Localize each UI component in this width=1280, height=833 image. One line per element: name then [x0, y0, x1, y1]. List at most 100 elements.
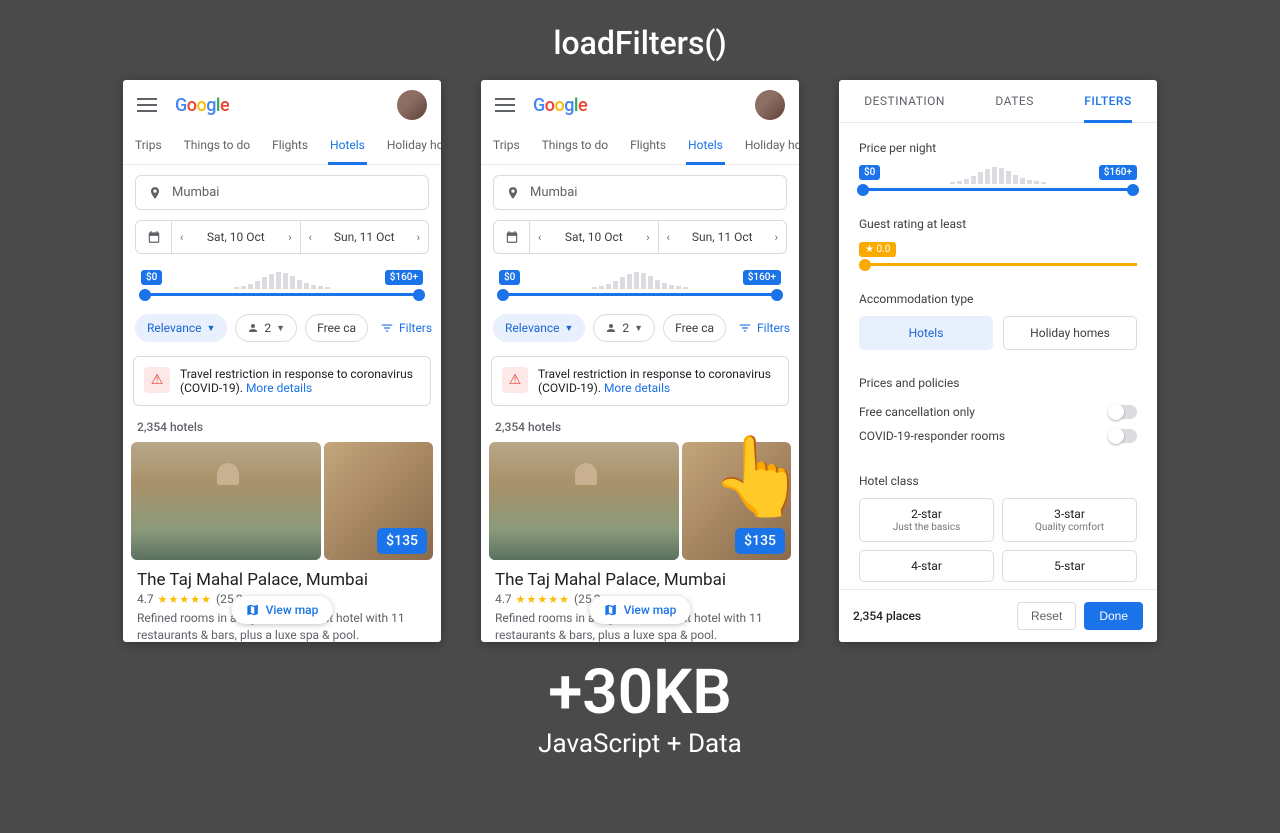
policy-covid-toggle[interactable] [1109, 429, 1137, 443]
tab-filters[interactable]: FILTERS [1084, 94, 1131, 123]
price-min-tag: $0 [141, 270, 162, 285]
slide-title: loadFilters() [0, 0, 1280, 80]
hotel-images[interactable]: $135 [123, 442, 441, 560]
filter-icon [738, 321, 752, 335]
tab-things to do[interactable]: Things to do [182, 130, 252, 164]
results-count: 2,354 hotels [123, 406, 441, 442]
banner-link[interactable]: More details [246, 381, 312, 395]
policy-freecancel-toggle[interactable] [1109, 405, 1137, 419]
person-icon [605, 322, 617, 334]
price-histogram [529, 271, 751, 289]
price-slider[interactable] [859, 188, 1137, 191]
price-min-tag: $0 [499, 270, 520, 285]
policy-covid-label: COVID-19-responder rooms [859, 429, 1005, 443]
avatar[interactable] [755, 90, 785, 120]
tab-flights[interactable]: Flights [628, 130, 668, 164]
filters-chip[interactable]: Filters [734, 314, 799, 342]
tab-hotels[interactable]: Hotels [686, 130, 725, 165]
banner-link[interactable]: More details [604, 381, 670, 395]
chevron-right-icon[interactable]: › [775, 231, 778, 244]
tab-holiday homes[interactable]: Holiday homes [385, 130, 441, 164]
sort-chip[interactable]: Relevance▼ [135, 314, 227, 342]
date-picker[interactable]: ‹Sat, 10 Oct› ‹Sun, 11 Oct› [135, 220, 429, 254]
map-icon [604, 603, 618, 617]
menu-icon[interactable] [495, 98, 515, 112]
chevron-right-icon[interactable]: › [646, 231, 649, 244]
tab-destination[interactable]: DESTINATION [864, 94, 945, 122]
price-badge: $135 [377, 528, 427, 554]
chevron-left-icon[interactable]: ‹ [180, 231, 183, 244]
class-3star-button[interactable]: 3-starQuality comfort [1002, 498, 1137, 542]
chevron-left-icon[interactable]: ‹ [667, 231, 670, 244]
hotel-images[interactable]: $135 [481, 442, 799, 560]
calendar-icon [136, 221, 172, 253]
checkin-date: Sat, 10 Oct [207, 230, 265, 244]
policies-label: Prices and policies [859, 376, 1137, 390]
price-histogram [889, 166, 1107, 184]
person-icon [247, 322, 259, 334]
chevron-left-icon[interactable]: ‹ [538, 231, 541, 244]
done-button[interactable]: Done [1084, 602, 1143, 630]
price-per-night-label: Price per night [859, 141, 1137, 155]
tab-hotels[interactable]: Hotels [328, 130, 367, 165]
price-badge: $135 [735, 528, 785, 554]
class-5star-button[interactable]: 5-star [1002, 550, 1137, 582]
chevron-right-icon[interactable]: › [417, 231, 420, 244]
phone-before: Google Trips Things to do Flights Hotels Hol… [123, 80, 441, 642]
rating-value-tag: ★ 0.0 [859, 242, 896, 257]
tab-things to do[interactable]: Things to do [540, 130, 610, 164]
guests-chip[interactable]: 2▼ [235, 314, 297, 342]
chevron-left-icon[interactable]: ‹ [309, 231, 312, 244]
view-map-button[interactable]: View map [590, 596, 691, 624]
rating-label: Guest rating at least [859, 217, 1137, 231]
tab-holiday homes[interactable]: Holiday homes [743, 130, 799, 164]
hotel-name[interactable]: The Taj Mahal Palace, Mumbai [123, 560, 441, 592]
map-icon [246, 603, 260, 617]
filters-chip[interactable]: Filters [376, 314, 441, 342]
calendar-icon [494, 221, 530, 253]
reset-button[interactable]: Reset [1017, 602, 1076, 630]
date-picker[interactable]: ‹Sat, 10 Oct› ‹Sun, 11 Oct› [493, 220, 787, 254]
accom-holidayhomes-button[interactable]: Holiday homes [1003, 316, 1137, 350]
nav-tabs: Trips Things to do Flights Hotels Holiday ho… [481, 130, 799, 165]
google-logo: Google [533, 95, 587, 116]
price-histogram [171, 271, 393, 289]
menu-icon[interactable] [137, 98, 157, 112]
location-value: Mumbai [172, 185, 219, 200]
accom-hotels-button[interactable]: Hotels [859, 316, 993, 350]
chevron-right-icon[interactable]: › [288, 231, 291, 244]
covid-banner: ⚠ Travel restriction in response to coro… [491, 356, 789, 406]
guests-chip[interactable]: 2▼ [593, 314, 655, 342]
avatar[interactable] [397, 90, 427, 120]
warning-icon: ⚠ [144, 367, 170, 393]
location-value: Mumbai [530, 185, 577, 200]
results-count: 2,354 hotels [481, 406, 799, 442]
google-logo: Google [175, 95, 229, 116]
sort-chip[interactable]: Relevance▼ [493, 314, 585, 342]
tab-flights[interactable]: Flights [270, 130, 310, 164]
location-pin-icon [148, 186, 162, 200]
slide-footer: +30KB JavaScript + Data [0, 656, 1280, 759]
price-max-tag: $160+ [1099, 165, 1137, 180]
freecancel-chip[interactable]: Free ca [305, 314, 368, 342]
tab-dates[interactable]: DATES [995, 94, 1033, 122]
nav-tabs: Trips Things to do Flights Hotels Holiday ho… [123, 130, 441, 165]
covid-banner: ⚠ Travel restriction in response to coro… [133, 356, 431, 406]
hotel-name[interactable]: The Taj Mahal Palace, Mumbai [481, 560, 799, 592]
freecancel-chip[interactable]: Free ca [663, 314, 726, 342]
policy-freecancel-label: Free cancellation only [859, 405, 975, 419]
rating-slider[interactable] [863, 263, 1137, 266]
location-input[interactable]: Mumbai [493, 175, 787, 210]
tab-trips[interactable]: Trips [491, 130, 522, 164]
location-input[interactable]: Mumbai [135, 175, 429, 210]
price-slider[interactable] [141, 293, 423, 296]
class-4star-button[interactable]: 4-star [859, 550, 994, 582]
filter-icon [380, 321, 394, 335]
class-2star-button[interactable]: 2-starJust the basics [859, 498, 994, 542]
tab-trips[interactable]: Trips [133, 130, 164, 164]
view-map-button[interactable]: View map [232, 596, 333, 624]
price-slider[interactable] [499, 293, 781, 296]
places-count: 2,354 places [853, 609, 921, 623]
price-max-tag: $160+ [743, 270, 781, 285]
accom-label: Accommodation type [859, 292, 1137, 306]
